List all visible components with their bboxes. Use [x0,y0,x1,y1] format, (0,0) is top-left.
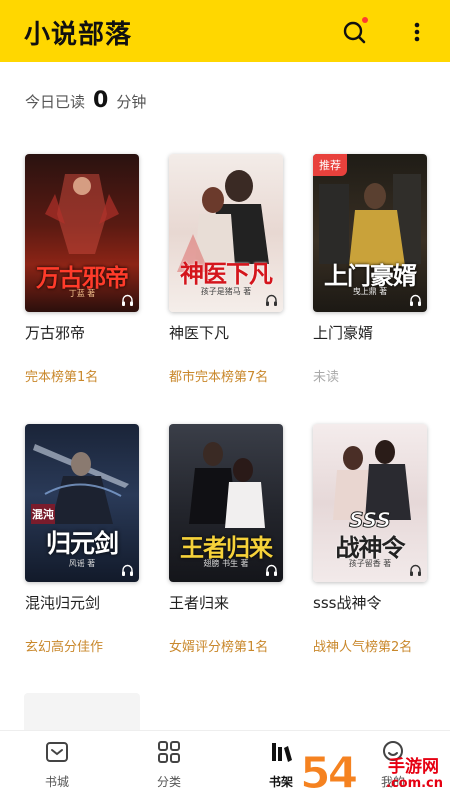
cover-title: 神医下凡 [180,259,273,288]
more-vertical-icon [414,22,420,42]
book-rank-label: 玄幻高分佳作 [22,635,111,656]
book-cover[interactable]: 混沌 归元剑 风谣 著 [25,424,139,582]
notification-dot [362,17,368,23]
today-reading-stat: 今日已读 0 分钟 [25,88,146,116]
app-title: 小说部落 [24,20,133,50]
search-button[interactable] [340,17,370,47]
book-title[interactable]: 王者归来 [169,592,229,613]
watermark-domain: .com.cn [386,776,444,791]
rank-text: 女婿评分榜第1名 [169,640,269,655]
watermark-brand: 手游网 [388,757,439,777]
rank-text: 未读 [313,370,340,385]
headphones-icon [122,564,133,576]
book-cover[interactable]: 推荐 上门豪婿 曳上鼎 著 [313,154,427,312]
headphones-icon [266,564,277,576]
more-button[interactable] [405,17,429,47]
rank-text: 完本榜第1名 [25,370,99,385]
cover-title: 归元剑 [45,529,119,558]
book-rank-label: 战神人气榜第2名 [310,635,420,656]
book-card[interactable]: SSS 战神令 孩子留香 著 sss战神令 战神人气榜第2名 [310,424,427,655]
tab-label: 分类 [156,775,181,789]
add-book-slot[interactable] [24,693,140,731]
book-rank-label: 未读 [313,365,343,386]
book-cover[interactable]: 王者归来 翅膀 书生 著 [169,424,283,582]
book-rank-label: 都市完本榜第7名 [166,365,276,386]
today-prefix: 今日已读 [25,93,86,111]
book-card[interactable]: 万古邪帝 丁蓝 著 万古邪帝 完本榜第1名 [22,154,139,385]
rank-text: 都市完本榜第7名 [169,370,269,385]
book-title[interactable]: 万古邪帝 [25,322,85,343]
book-card[interactable]: 混沌 归元剑 风谣 著 混沌归元剑 玄幻高分佳作 [22,424,139,655]
book-title[interactable]: 上门豪婿 [313,322,373,343]
top-app-bar: 小说部落 [0,0,450,62]
book-card[interactable]: 王者归来 翅膀 书生 著 王者归来 女婿评分榜第1名 [166,424,283,655]
watermark-logo: 54 手游网 .com.cn [299,748,450,800]
book-cover[interactable]: SSS 战神令 孩子留香 著 [313,424,427,582]
headphones-icon [410,564,421,576]
book-card[interactable]: 神医下凡 孩子是猪马 著 神医下凡 都市完本榜第7名 [166,154,283,385]
book-card[interactable]: 推荐 上门豪婿 曳上鼎 著 上门豪婿 未读 [313,154,427,385]
headphones-icon [266,294,277,306]
cover-kicker: 混沌 [31,504,55,524]
bookshelf-icon [272,743,292,762]
rank-text: 战神人气榜第2名 [313,640,413,655]
book-cover[interactable]: 神医下凡 孩子是猪马 著 [169,154,283,312]
recommend-badge: 推荐 [313,154,347,176]
book-cover[interactable]: 万古邪帝 丁蓝 著 [25,154,139,312]
book-title[interactable]: 混沌归元剑 [25,592,100,613]
book-title[interactable]: 神医下凡 [169,322,229,343]
tab-label: 书城 [44,775,69,789]
watermark-number: 54 [299,748,358,800]
book-rank-label: 女婿评分榜第1名 [166,635,276,656]
rank-text: 玄幻高分佳作 [25,640,104,655]
tab-bookstore[interactable]: 书城 [22,739,92,790]
category-grid-icon [158,741,180,763]
today-minutes: 0 [93,88,109,113]
headphones-icon [122,294,133,306]
tab-category[interactable]: 分类 [134,739,204,790]
book-rank-label: 完本榜第1名 [22,365,106,386]
book-title[interactable]: sss战神令 [313,592,381,613]
bookstore-icon [46,742,68,762]
headphones-icon [410,294,421,306]
today-suffix: 分钟 [116,93,147,111]
